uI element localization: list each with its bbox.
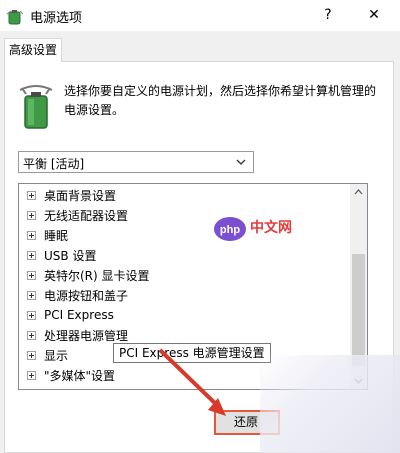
watermark-logo-text: php [220,224,240,236]
power-plan-value: 平衡 [活动] [23,157,85,171]
chevron-down-icon [236,159,246,165]
tooltip: PCI Express 电源管理设置 [113,343,271,363]
close-button[interactable]: ✕ [360,4,388,26]
expand-icon[interactable] [27,210,36,220]
tree-item[interactable]: 无线适配器设置 [27,205,128,225]
tree-item-label: 显示 [44,348,69,363]
tree-item-label: 睡眠 [44,228,69,243]
expand-icon[interactable] [27,250,36,260]
tree-item-label: 处理器电源管理 [44,328,129,343]
expand-icon[interactable] [27,190,36,200]
scroll-thumb[interactable] [352,254,365,366]
description-text: 选择你要自定义的电源计划，然后选择你希望计算机管理的电源设置。 [64,84,377,117]
tree-item-label: USB 设置 [44,248,97,263]
vertical-scrollbar[interactable] [350,184,367,389]
restore-defaults-button[interactable]: 还原 [214,410,280,435]
title-bar: 电源选项 ? ✕ [0,0,400,31]
tree-item[interactable]: 桌面背景设置 [27,185,116,205]
tree-item-label: 桌面背景设置 [44,188,117,203]
tab-advanced-settings[interactable]: 高级设置 [4,38,62,62]
tree-item-label: 无线适配器设置 [44,208,129,223]
scroll-up-icon[interactable] [350,184,367,201]
power-options-icon [6,10,24,25]
tree-item[interactable]: 处理器电源管理 [27,325,128,345]
tree-item[interactable]: 电源按钮和盖子 [27,285,128,305]
tree-item[interactable]: USB 设置 [27,245,96,265]
power-plan-select[interactable]: 平衡 [活动] [18,151,254,173]
expand-icon[interactable] [27,370,36,380]
tree-item-label: 英特尔(R) 显卡设置 [44,268,150,283]
expand-icon[interactable] [27,350,36,360]
tree-item-label: "多媒体"设置 [44,368,116,383]
scroll-down-icon[interactable] [350,372,367,389]
watermark-text: 中文网 [250,220,292,236]
expand-icon[interactable] [27,310,36,320]
tree-item[interactable]: 英特尔(R) 显卡设置 [27,265,150,285]
tree-item[interactable]: PCI Express [27,305,114,325]
battery-plan-icon [19,85,53,129]
expand-icon[interactable] [27,230,36,240]
expand-icon[interactable] [27,330,36,340]
window-title: 电源选项 [30,11,83,26]
expand-icon[interactable] [27,270,36,280]
tree-item[interactable]: 显示 [27,345,68,365]
tree-item-label: PCI Express [44,308,114,322]
expand-icon[interactable] [27,290,36,300]
help-button[interactable]: ? [318,4,338,26]
tree-item[interactable]: "多媒体"设置 [27,365,115,385]
tree-item[interactable]: 睡眠 [27,225,68,245]
php-logo-icon: php [214,217,246,241]
tree-item-label: 电源按钮和盖子 [44,288,129,303]
